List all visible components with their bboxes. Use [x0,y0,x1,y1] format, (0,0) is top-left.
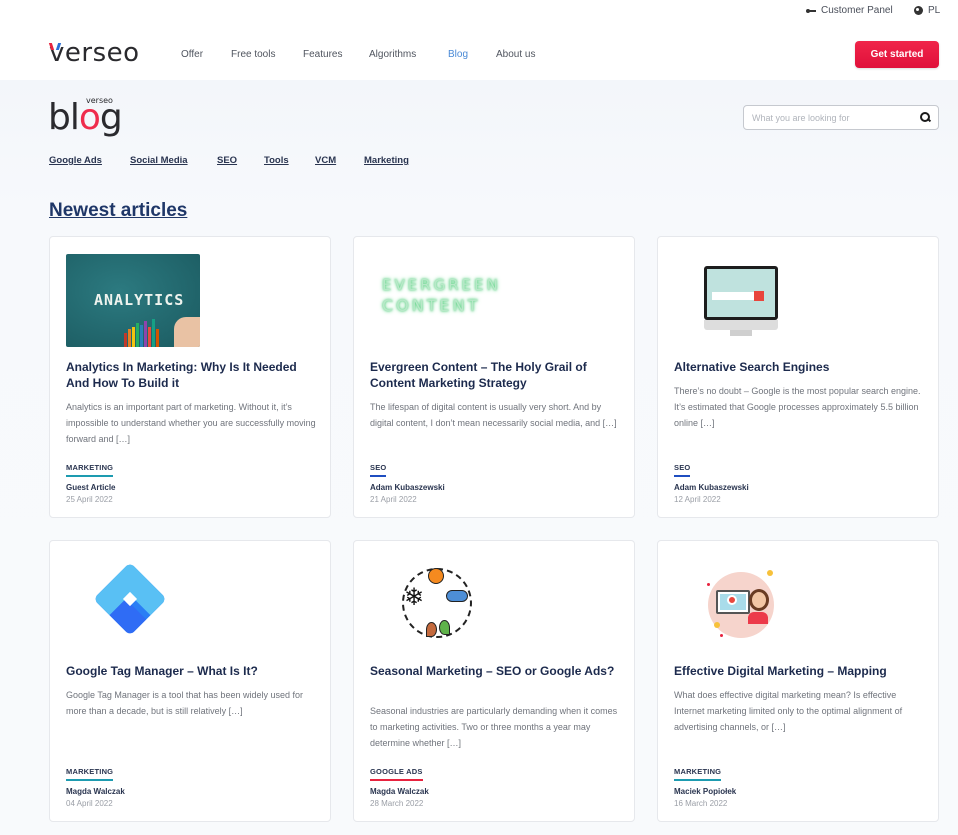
article-card[interactable]: Effective Digital Marketing – Mapping Wh… [657,540,939,822]
leaf-icon [426,622,437,637]
article-date: 12 April 2022 [674,495,721,504]
utility-bar: Customer Panel PL [0,0,958,24]
article-tag[interactable]: MARKETING [66,767,114,781]
main-navbar: verseo Offer Free tools Features Algorit… [0,24,958,80]
article-card[interactable]: Alternative Search Engines There’s no do… [657,236,939,518]
article-thumbnail[interactable] [674,254,808,347]
category-social-media[interactable]: Social Media [130,155,188,166]
thumbnail-text: ANALYTICS [94,291,185,309]
article-thumbnail[interactable]: ❄ [370,558,504,651]
article-excerpt: Seasonal industries are particularly dem… [370,706,618,748]
search-icon[interactable] [920,112,930,122]
search-box [743,105,939,130]
category-vcm[interactable]: VCM [315,155,336,166]
thumbnail-text-2: CONTENT [382,296,481,315]
article-card[interactable]: ❄ Seasonal Marketing – SEO or Google Ads… [353,540,635,822]
section-title[interactable]: Newest articles [49,200,187,222]
article-thumbnail[interactable]: EVERGREEN CONTENT [370,254,504,347]
snowflake-icon: ❄ [404,584,425,611]
category-google-ads[interactable]: Google Ads [49,155,102,166]
blog-logo-big: blog [48,97,123,138]
article-tag[interactable]: MARKETING [674,767,722,781]
laptop-icon [716,590,750,614]
article-date: 21 April 2022 [370,495,417,504]
article-date: 16 March 2022 [674,799,728,808]
nav-algorithms[interactable]: Algorithms [369,49,416,60]
article-card[interactable]: Google Tag Manager – What Is It? Google … [49,540,331,822]
nav-blog[interactable]: Blog [448,49,468,60]
article-author: Adam Kubaszewski [370,483,445,492]
language-switcher[interactable]: PL [914,5,940,16]
article-tag[interactable]: SEO [370,463,387,477]
article-tag[interactable]: SEO [674,463,691,477]
nav-free-tools[interactable]: Free tools [231,49,275,60]
article-author: Maciek Popiołek [674,787,737,796]
article-title[interactable]: Alternative Search Engines [674,359,924,375]
article-author: Magda Walczak [66,787,125,796]
article-date: 28 March 2022 [370,799,424,808]
category-marketing[interactable]: Marketing [364,155,409,166]
nav-offer[interactable]: Offer [181,49,203,60]
article-author: Guest Article [66,483,116,492]
monitor-icon [704,266,778,320]
customer-panel-label: Customer Panel [821,5,893,16]
get-started-button[interactable]: Get started [855,41,939,68]
nav-features[interactable]: Features [303,49,342,60]
article-excerpt: The lifespan of digital content is usual… [370,402,617,428]
pencils-graphic [124,317,174,347]
category-tools[interactable]: Tools [264,155,289,166]
hand-graphic [174,317,200,347]
blog-logo[interactable]: verseo blog [48,96,128,140]
search-input[interactable] [744,106,904,129]
nav-about-us[interactable]: About us [496,49,535,60]
article-title[interactable]: Effective Digital Marketing – Mapping [674,663,924,679]
leaf-icon [439,620,450,635]
article-date: 04 April 2022 [66,799,113,808]
thumbnail-text-1: EVERGREEN [382,276,501,294]
verseo-logo[interactable]: verseo [49,40,140,66]
article-title[interactable]: Evergreen Content – The Holy Grail of Co… [370,359,620,391]
article-card[interactable]: EVERGREEN CONTENT Evergreen Content – Th… [353,236,635,518]
article-excerpt: What does effective digital marketing me… [674,690,903,732]
article-card[interactable]: ANALYTICS Analytics In Marketing: Why Is… [49,236,331,518]
article-thumbnail[interactable] [66,558,200,651]
category-seo[interactable]: SEO [217,155,237,166]
google-tag-manager-icon [93,562,167,636]
article-thumbnail[interactable]: ANALYTICS [66,254,200,347]
key-icon [806,8,816,14]
sun-icon [428,568,444,584]
globe-icon [914,6,923,15]
cloud-icon [446,590,468,602]
article-title[interactable]: Google Tag Manager – What Is It? [66,663,316,679]
article-excerpt: Analytics is an important part of market… [66,402,316,444]
customer-panel-link[interactable]: Customer Panel [806,5,893,16]
article-tag[interactable]: GOOGLE ADS [370,767,423,781]
article-date: 25 April 2022 [66,495,113,504]
person-icon [752,592,766,608]
article-title[interactable]: Analytics In Marketing: Why Is It Needed… [66,359,316,391]
article-author: Magda Walczak [370,787,429,796]
article-excerpt: Google Tag Manager is a tool that has be… [66,690,303,716]
article-thumbnail[interactable] [674,558,808,651]
language-label: PL [928,5,941,16]
article-excerpt: There’s no doubt – Google is the most po… [674,386,921,428]
article-author: Adam Kubaszewski [674,483,749,492]
article-tag[interactable]: MARKETING [66,463,114,477]
blog-section: verseo blog Google Ads Social Media SEO … [0,80,958,835]
article-title[interactable]: Seasonal Marketing – SEO or Google Ads? [370,663,620,679]
